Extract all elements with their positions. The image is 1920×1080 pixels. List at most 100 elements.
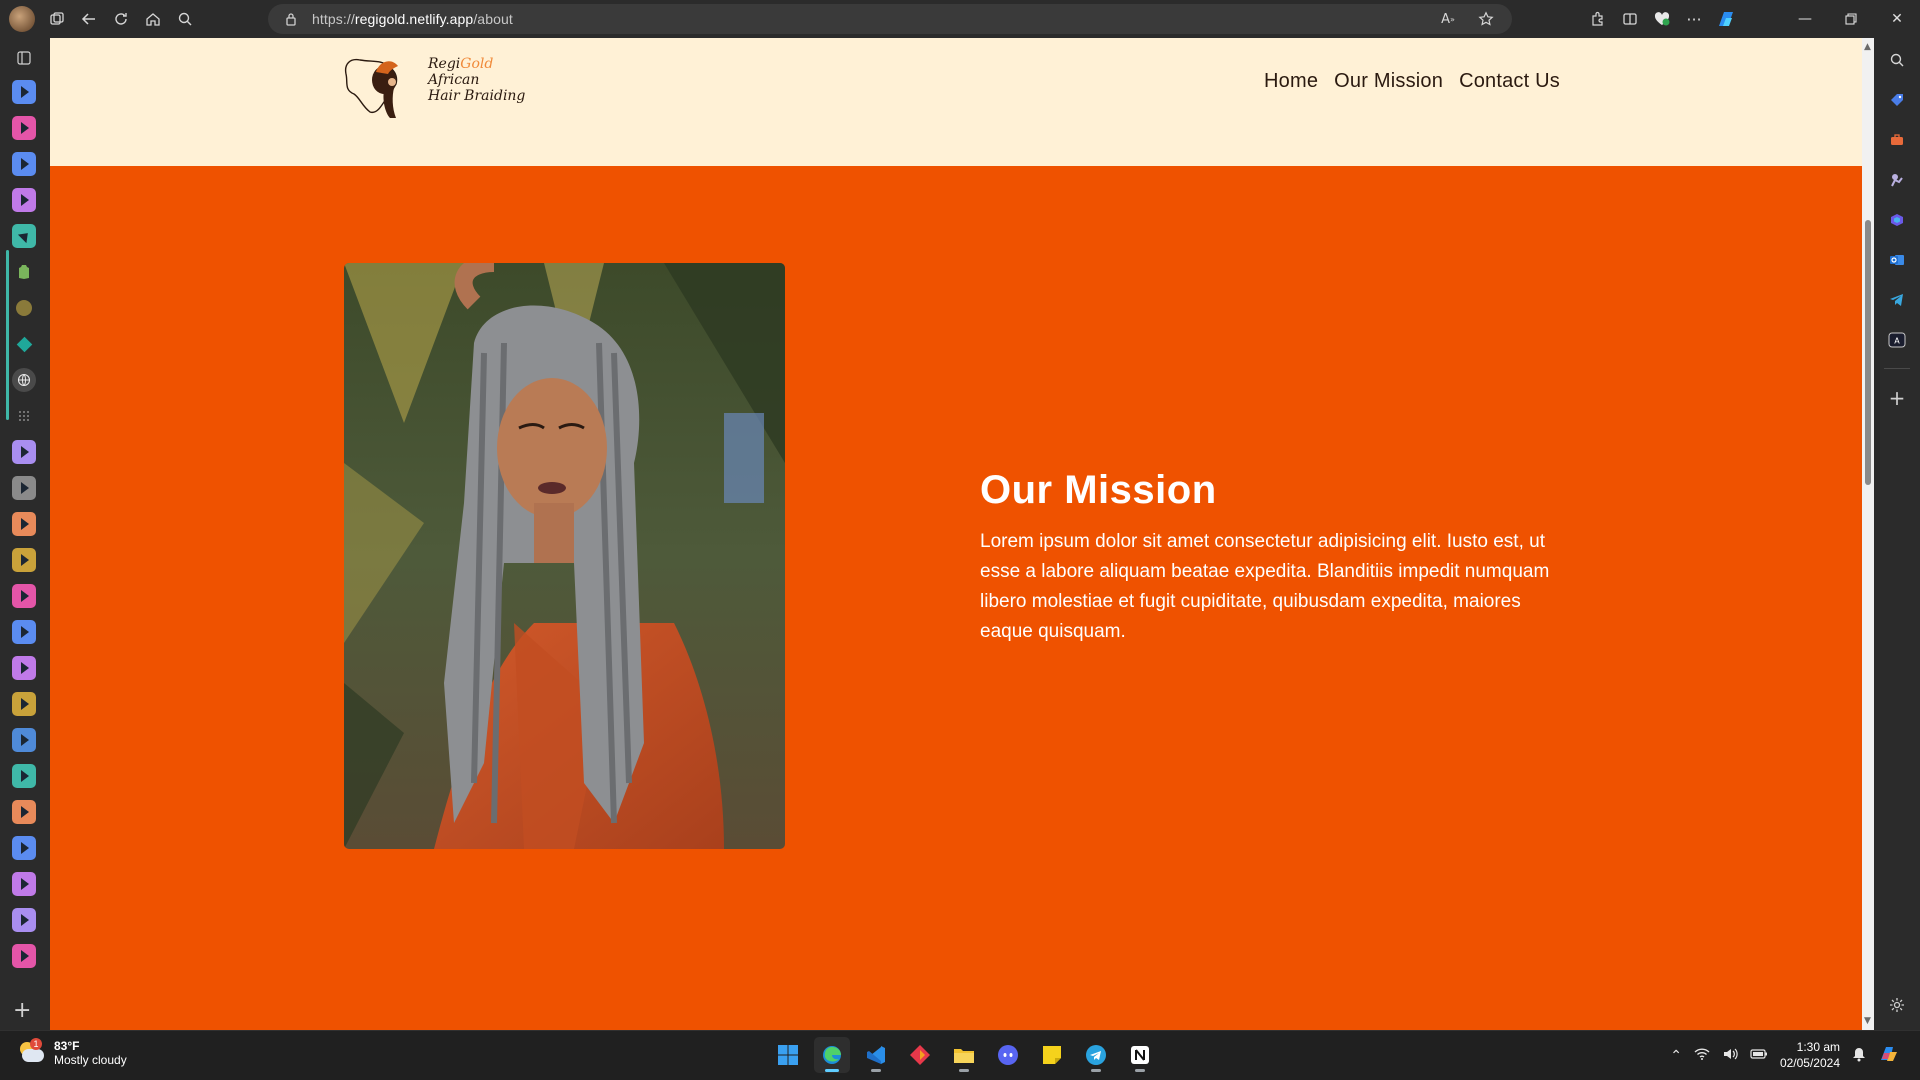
tray-chevron-up-icon[interactable]: ⌃ (1670, 1047, 1682, 1064)
wifi-icon[interactable] (1694, 1047, 1710, 1064)
tab-video-4[interactable] (12, 188, 36, 212)
svg-text:A: A (1894, 337, 1900, 346)
logo-gold: Gold (460, 56, 494, 72)
weather-badge: 1 (30, 1038, 42, 1050)
browser-essentials-icon[interactable] (1646, 3, 1678, 35)
windows-taskbar: 1 83°F Mostly cloudy ⌃ 1:30 am 02/05/202… (0, 1030, 1920, 1080)
tab-avatar-icon[interactable] (12, 296, 36, 320)
taskbar-clock[interactable]: 1:30 am 02/05/2024 (1780, 1039, 1840, 1071)
tab-video-12[interactable] (12, 692, 36, 716)
logo-wordmark[interactable]: RegiGold African Hair Braiding (428, 56, 525, 104)
scroll-thumb[interactable] (1865, 220, 1871, 485)
weather-temperature: 83°F (54, 1039, 80, 1053)
read-aloud-icon[interactable]: A» (1432, 3, 1464, 35)
tab-video-7[interactable] (12, 512, 36, 536)
tab-grid-icon[interactable] (12, 404, 36, 428)
edge-browser-icon[interactable] (814, 1037, 850, 1073)
discord-icon[interactable] (990, 1037, 1026, 1073)
favorite-star-icon[interactable] (1470, 3, 1502, 35)
scroll-down-arrow-icon[interactable]: ▼ (1864, 1016, 1871, 1026)
tab-video-9[interactable] (12, 584, 36, 608)
more-menu-icon[interactable]: ··· (1678, 3, 1710, 35)
tab-video-15[interactable] (12, 800, 36, 824)
telegram-icon[interactable] (1078, 1037, 1114, 1073)
url-path: /about (473, 11, 513, 27)
battery-icon[interactable] (1750, 1047, 1768, 1063)
tab-edit-icon[interactable] (12, 224, 36, 248)
address-bar[interactable]: https://regigold.netlify.app/about A» (268, 4, 1512, 34)
split-screen-icon[interactable] (1614, 3, 1646, 35)
tab-video-1[interactable] (12, 80, 36, 104)
search-icon[interactable] (169, 3, 201, 35)
system-tray: ⌃ 1:30 am 02/05/2024 (1670, 1039, 1900, 1071)
tab-video-5[interactable] (12, 440, 36, 464)
vscode-icon[interactable] (858, 1037, 894, 1073)
copilot-taskbar-icon[interactable] (1878, 1043, 1900, 1068)
partly-cloudy-icon: 1 (16, 1038, 46, 1066)
logo-regi: Regi (428, 56, 461, 72)
tab-video-10[interactable] (12, 620, 36, 644)
weather-widget[interactable]: 1 83°F Mostly cloudy (16, 1038, 127, 1067)
sidebar-settings-gear-icon[interactable] (1885, 993, 1909, 1017)
lock-icon[interactable] (276, 4, 306, 34)
refresh-icon[interactable] (105, 3, 137, 35)
tab-video-14[interactable] (12, 764, 36, 788)
tab-video-16[interactable] (12, 836, 36, 860)
sidebar-divider (1884, 368, 1910, 369)
volume-icon[interactable] (1722, 1047, 1738, 1064)
url-prefix: https:// (312, 11, 355, 27)
extensions-icon[interactable] (1582, 3, 1614, 35)
notifications-bell-icon[interactable] (1852, 1046, 1866, 1065)
sidebar-add-icon[interactable]: + (1885, 386, 1909, 410)
site-nav: Home Our Mission Contact Us (1264, 70, 1560, 93)
clock-time: 1:30 am (1796, 1040, 1840, 1054)
profile-avatar[interactable] (9, 6, 35, 32)
sticky-notes-icon[interactable] (1034, 1037, 1070, 1073)
tab-video-11[interactable] (12, 656, 36, 680)
sidebar-microsoft365-icon[interactable] (1885, 208, 1909, 232)
tab-video-6[interactable] (12, 476, 36, 500)
sidebar-outlook-icon[interactable] (1885, 248, 1909, 272)
tab-video-18[interactable] (12, 908, 36, 932)
site-header: RegiGold African Hair Braiding Home Our … (50, 38, 1862, 166)
sidebar-telegram-icon[interactable] (1885, 288, 1909, 312)
home-icon[interactable] (137, 3, 169, 35)
new-tab-plus-icon[interactable]: + (13, 998, 31, 1023)
url-host: regigold.netlify.app (354, 11, 474, 27)
clock-date: 02/05/2024 (1779, 1056, 1840, 1070)
sidebar-games-icon[interactable] (1885, 168, 1909, 192)
workspaces-icon[interactable] (41, 3, 73, 35)
braids-model-photo (344, 263, 785, 849)
back-icon[interactable] (73, 3, 105, 35)
start-windows-icon[interactable] (770, 1037, 806, 1073)
tab-video-3[interactable] (12, 152, 36, 176)
tab-actions-icon[interactable] (12, 46, 36, 70)
page-scrollbar[interactable]: ▲ ▼ (1862, 38, 1874, 1030)
close-icon[interactable]: ✕ (1874, 0, 1920, 38)
tab-video-2[interactable] (12, 116, 36, 140)
sidebar-shopping-tag-icon[interactable] (1885, 88, 1909, 112)
nav-home[interactable]: Home (1264, 70, 1318, 93)
sidebar-ai-icon[interactable]: A (1885, 328, 1909, 352)
tab-shopify-icon[interactable] (12, 260, 36, 284)
tab-video-13[interactable] (12, 728, 36, 752)
tab-globe-icon[interactable] (12, 368, 36, 392)
tab-video-19[interactable] (12, 944, 36, 968)
minimize-icon[interactable]: — (1782, 0, 1828, 38)
nav-contact-us[interactable]: Contact Us (1459, 70, 1560, 93)
sidebar-tools-icon[interactable] (1885, 128, 1909, 152)
git-client-diamond-icon[interactable] (902, 1037, 938, 1073)
nav-our-mission[interactable]: Our Mission (1334, 70, 1443, 93)
file-explorer-icon[interactable] (946, 1037, 982, 1073)
page-viewport: RegiGold African Hair Braiding Home Our … (50, 38, 1862, 1030)
tab-video-8[interactable] (12, 548, 36, 572)
tab-diamond-icon[interactable] (12, 332, 36, 356)
scroll-up-arrow-icon[interactable]: ▲ (1864, 42, 1871, 52)
notion-icon[interactable] (1122, 1037, 1158, 1073)
url-text[interactable]: https://regigold.netlify.app/about (312, 11, 513, 27)
sidebar-search-icon[interactable] (1885, 48, 1909, 72)
tab-video-17[interactable] (12, 872, 36, 896)
restore-icon[interactable] (1828, 0, 1874, 38)
copilot-icon[interactable] (1710, 3, 1742, 35)
mission-section: Our Mission Lorem ipsum dolor sit amet c… (980, 468, 1570, 647)
